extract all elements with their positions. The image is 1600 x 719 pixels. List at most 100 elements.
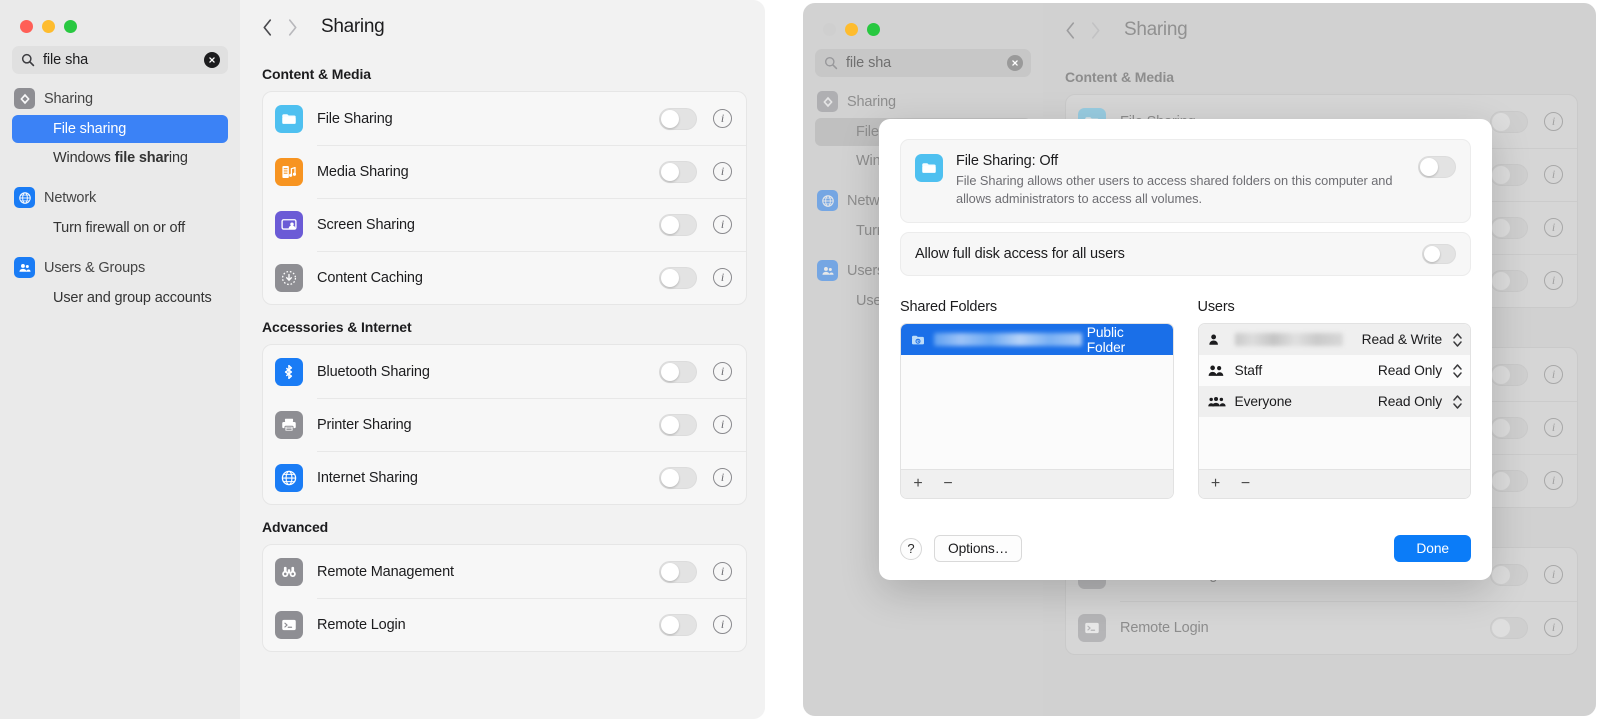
permission-popup-button[interactable]: [1452, 330, 1463, 350]
chevron-right-icon[interactable]: [1090, 21, 1101, 40]
system-settings-window[interactable]: file sha Sharing File sharing Windows file…: [0, 0, 765, 719]
toggle-switch[interactable]: [1490, 269, 1528, 292]
chevron-left-icon[interactable]: [1065, 21, 1076, 40]
toggle-switch[interactable]: [659, 213, 697, 236]
full-disk-access-toggle[interactable]: [1422, 244, 1456, 265]
info-button[interactable]: i: [1544, 418, 1563, 437]
done-button[interactable]: Done: [1394, 535, 1471, 562]
close-button[interactable]: [823, 23, 836, 36]
info-button[interactable]: i: [713, 415, 732, 434]
zoom-button[interactable]: [867, 23, 880, 36]
info-button[interactable]: i: [1544, 112, 1563, 131]
search-wrap: file sha: [0, 33, 240, 74]
search-field[interactable]: file sha: [12, 46, 228, 74]
background-page-title: Sharing: [1124, 19, 1188, 40]
file-sharing-status-card: File Sharing: Off File Sharing allows ot…: [900, 139, 1471, 224]
toggle-switch[interactable]: [1490, 616, 1528, 639]
sidebar-group-sharing: Sharing File sharingWindows file sharing: [12, 83, 228, 172]
shared-folder-item[interactable]: Public Folder: [901, 324, 1173, 356]
file-sharing-sheet[interactable]: File Sharing: Off File Sharing allows ot…: [879, 119, 1492, 580]
chevron-right-icon[interactable]: [287, 18, 298, 37]
toggle-switch[interactable]: [659, 266, 697, 289]
toggle-switch[interactable]: [659, 613, 697, 636]
settings-row[interactable]: Bluetooth Sharing i: [263, 345, 746, 398]
info-button[interactable]: i: [1544, 165, 1563, 184]
full-disk-access-row[interactable]: Allow full disk access for all users: [900, 232, 1471, 277]
add-shared-folder-button[interactable]: +: [903, 470, 933, 498]
toggle-switch[interactable]: [1490, 163, 1528, 186]
info-button[interactable]: i: [1544, 365, 1563, 384]
background-search-wrap: file sha: [803, 36, 1043, 77]
clear-icon[interactable]: [1007, 55, 1023, 71]
info-button[interactable]: i: [713, 362, 732, 381]
screen-icon: [275, 210, 303, 239]
info-button[interactable]: i: [713, 268, 732, 287]
sidebar-item-sharing[interactable]: Sharing: [12, 83, 228, 114]
sidebar-item-users-groups[interactable]: Users & Groups: [12, 252, 228, 283]
add-user-button[interactable]: +: [1201, 470, 1231, 498]
toggle-knob: [661, 109, 679, 128]
info-button[interactable]: i: [1544, 618, 1563, 637]
sidebar-item-user-and-group-accounts[interactable]: User and group accounts: [43, 284, 228, 312]
settings-row[interactable]: Content Caching i: [263, 251, 746, 304]
toggle-switch[interactable]: [1490, 363, 1528, 386]
background-search-field[interactable]: file sha: [815, 49, 1031, 77]
toggle-switch[interactable]: [659, 107, 697, 130]
remove-shared-folder-button[interactable]: −: [933, 470, 963, 498]
chevron-left-icon[interactable]: [262, 18, 273, 37]
info-button[interactable]: i: [713, 162, 732, 181]
minimize-button[interactable]: [42, 20, 55, 33]
info-button[interactable]: i: [1544, 565, 1563, 584]
sidebar-item-turn-firewall-on-or-off[interactable]: Turn firewall on or off: [43, 214, 228, 242]
toggle-switch[interactable]: [659, 413, 697, 436]
permission-popup-button[interactable]: [1452, 392, 1463, 412]
options-button[interactable]: Options…: [934, 535, 1023, 562]
clear-icon[interactable]: [204, 52, 220, 68]
toggle-switch[interactable]: [1490, 216, 1528, 239]
toggle-switch[interactable]: [659, 560, 697, 583]
users-listbox[interactable]: Read & Write Staff Read Only Everyone Read O…: [1197, 323, 1471, 500]
info-button[interactable]: i: [713, 215, 732, 234]
settings-row[interactable]: Screen Sharing i: [263, 198, 746, 251]
sidebar-item-network[interactable]: Network: [12, 182, 228, 213]
shared-folders-listbox[interactable]: Public Folder + −: [900, 323, 1174, 500]
user-row[interactable]: Read & Write: [1198, 324, 1470, 356]
users-title: Users: [1197, 299, 1235, 316]
help-button[interactable]: ?: [900, 537, 922, 560]
permission-popup-button[interactable]: [1452, 361, 1463, 381]
info-button[interactable]: i: [713, 615, 732, 634]
user-row[interactable]: Staff Read Only: [1199, 355, 1471, 386]
toggle-switch[interactable]: [659, 466, 697, 489]
toggle-switch[interactable]: [659, 360, 697, 383]
settings-row[interactable]: File Sharing i: [263, 92, 746, 145]
search-input[interactable]: file sha: [43, 52, 196, 68]
settings-row[interactable]: Media Sharing i: [263, 145, 746, 198]
settings-row[interactable]: Internet Sharing i: [263, 451, 746, 504]
toggle-switch[interactable]: [1490, 110, 1528, 133]
info-button[interactable]: i: [713, 109, 732, 128]
shared-folders-list[interactable]: Public Folder: [901, 324, 1173, 470]
users-list[interactable]: Read & Write Staff Read Only Everyone Read O…: [1198, 324, 1471, 470]
zoom-button[interactable]: [64, 20, 77, 33]
user-row[interactable]: Everyone Read Only: [1198, 386, 1470, 418]
settings-row[interactable]: Remote Login i: [263, 598, 746, 651]
info-button[interactable]: i: [713, 468, 732, 487]
minimize-button[interactable]: [845, 23, 858, 36]
info-button[interactable]: i: [1544, 471, 1563, 490]
sidebar-item-sharing[interactable]: Sharing: [815, 86, 1031, 117]
settings-row[interactable]: Printer Sharing i: [263, 398, 746, 451]
info-button[interactable]: i: [1544, 271, 1563, 290]
remove-user-button[interactable]: −: [1231, 470, 1261, 498]
info-button[interactable]: i: [1544, 218, 1563, 237]
settings-row[interactable]: Remote Login i: [1066, 601, 1577, 654]
info-button[interactable]: i: [713, 562, 732, 581]
close-button[interactable]: [20, 20, 33, 33]
sidebar-item-file-sharing[interactable]: File sharing: [12, 115, 228, 143]
settings-row[interactable]: Remote Management i: [263, 545, 746, 598]
toggle-switch[interactable]: [659, 160, 697, 183]
file-sharing-toggle[interactable]: [1418, 156, 1456, 178]
toggle-switch[interactable]: [1490, 416, 1528, 439]
toggle-switch[interactable]: [1490, 563, 1528, 586]
toggle-switch[interactable]: [1490, 469, 1528, 492]
sidebar-item-windows-file-sharing[interactable]: Windows file sharing: [43, 144, 228, 172]
